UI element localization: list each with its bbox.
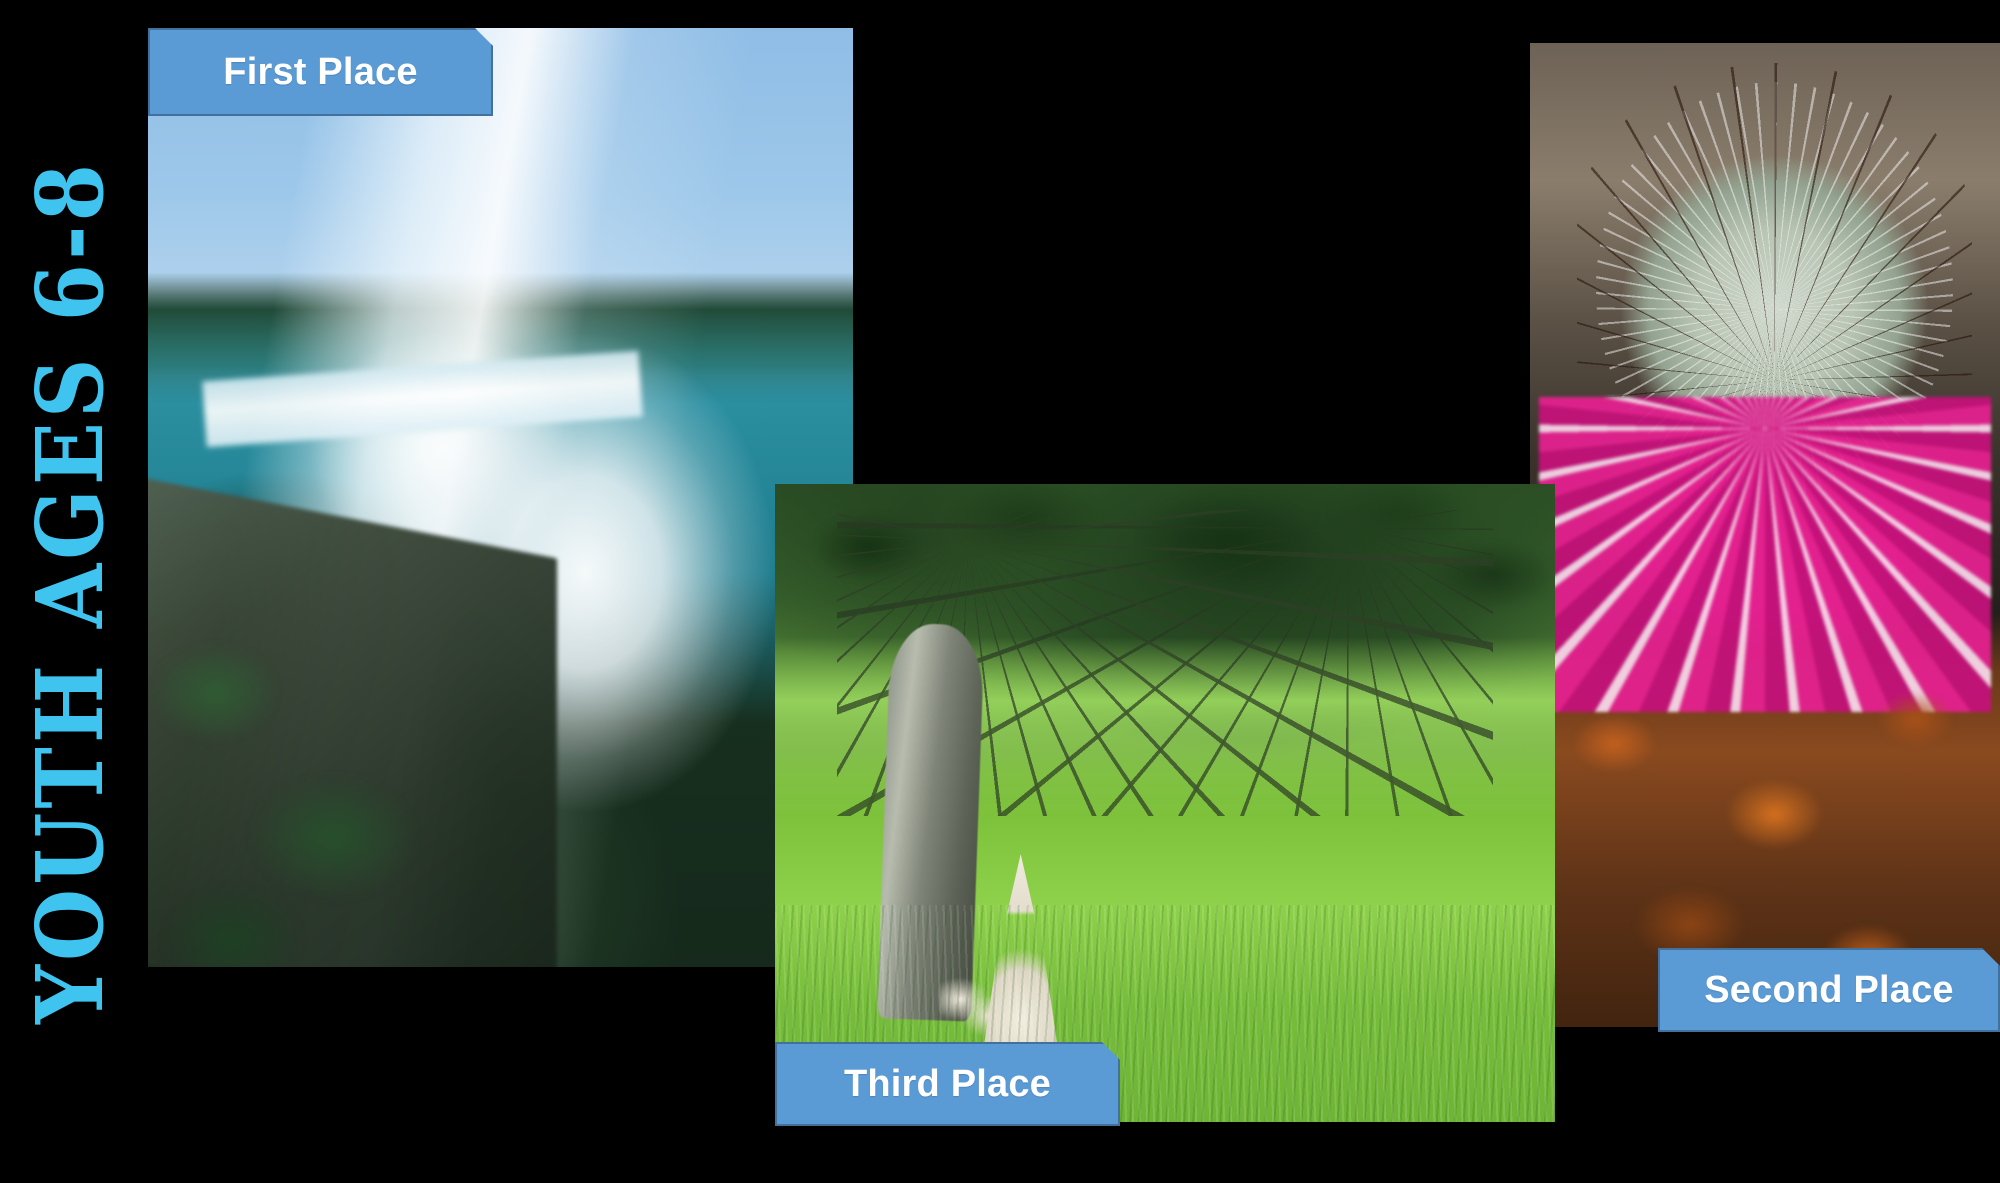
photo-contest-slide: YOUTH AGES 6-8 First Place Second Place … xyxy=(0,0,2000,1183)
side-title-container: YOUTH AGES 6-8 xyxy=(0,0,140,1183)
second-place-caption: Second Place xyxy=(1658,948,2000,1032)
first-place-photo xyxy=(148,28,853,967)
page-title: YOUTH AGES 6-8 xyxy=(16,159,124,1024)
waterfall-crest xyxy=(202,350,644,447)
third-place-photo xyxy=(775,484,1555,1122)
cactus-hairs xyxy=(1577,62,1972,398)
second-place-photo xyxy=(1530,43,2000,1027)
foliage xyxy=(148,610,487,967)
third-place-caption: Third Place xyxy=(775,1042,1120,1126)
first-place-caption: First Place xyxy=(148,28,493,116)
